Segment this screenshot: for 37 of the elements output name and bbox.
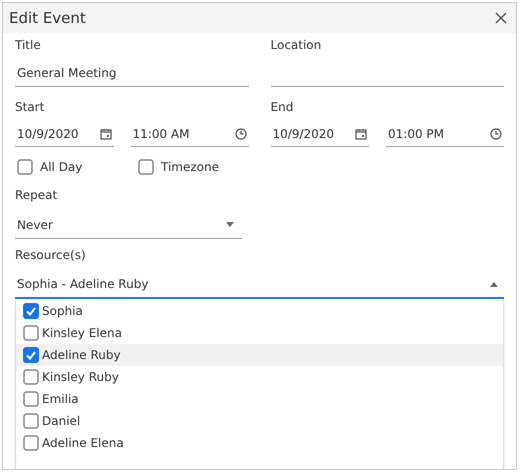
checkbox[interactable] <box>23 325 39 341</box>
checkbox[interactable] <box>138 159 154 175</box>
checkbox[interactable] <box>23 413 39 429</box>
checkbox[interactable] <box>17 159 33 175</box>
title-input[interactable]: General Meeting <box>15 59 248 87</box>
checkbox[interactable] <box>23 435 39 451</box>
date-input[interactable]: 10/9/2020 <box>15 121 114 147</box>
caret-icon <box>226 222 234 227</box>
checkbox[interactable] <box>23 369 39 385</box>
close-icon[interactable] <box>494 11 508 25</box>
list-item[interactable]: Daniel <box>16 410 503 432</box>
checkbox[interactable] <box>23 347 39 363</box>
field-label: Repeat <box>15 187 58 204</box>
clock-icon[interactable] <box>490 128 502 140</box>
time-input[interactable]: 11:00 AM <box>130 121 248 147</box>
list-item[interactable]: Kinsley Ruby <box>16 366 503 388</box>
checkbox[interactable] <box>23 391 39 407</box>
field-label: Location <box>270 37 322 54</box>
list-item[interactable]: Adeline Ruby <box>16 344 503 366</box>
checkbox-label: Timezone <box>161 159 219 176</box>
checkbox-label: All Day <box>40 159 82 176</box>
field-label: Title <box>15 37 42 54</box>
calendar-icon[interactable] <box>100 128 112 140</box>
time-input[interactable]: 01:00 PM <box>386 121 504 147</box>
list-item[interactable]: Sophia <box>16 300 503 322</box>
field-label: Start <box>15 99 46 116</box>
list-item[interactable]: Adeline Elena <box>16 432 503 454</box>
calendar-icon[interactable] <box>355 128 367 140</box>
window-title: Edit Event <box>9 8 86 29</box>
checkbox[interactable] <box>23 303 39 319</box>
date-input[interactable]: 10/9/2020 <box>270 121 369 147</box>
list-item[interactable]: Emilia <box>16 388 503 410</box>
list-item[interactable]: Kinsley Elena <box>16 322 503 344</box>
field-label: Resource(s) <box>15 247 87 264</box>
clock-icon[interactable] <box>234 128 246 140</box>
field-label: End <box>270 99 294 116</box>
repeat-dropdown[interactable]: Never <box>15 211 242 239</box>
